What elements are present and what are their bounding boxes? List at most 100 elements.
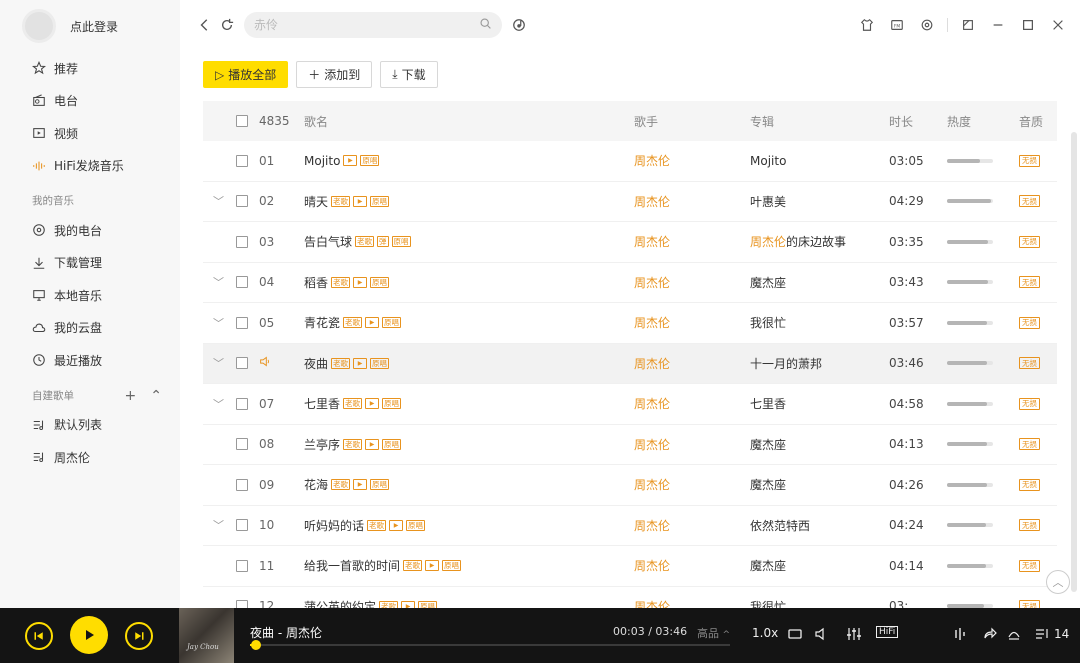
search-input[interactable]: [254, 18, 479, 32]
collapse-icon[interactable]: ⌃: [150, 383, 162, 409]
sidebar-my-music-item-2[interactable]: 本地音乐: [0, 279, 180, 312]
scrollbar[interactable]: [1071, 132, 1077, 592]
minimize-icon[interactable]: [988, 14, 1008, 36]
sidebar-my-music-item-3[interactable]: 我的云盘: [0, 312, 180, 345]
close-icon[interactable]: [1048, 14, 1068, 36]
lyrics-icon[interactable]: [1006, 626, 1022, 642]
album-name[interactable]: 依然范特西: [750, 517, 810, 534]
song-title[interactable]: 听妈妈的话: [304, 517, 364, 534]
avatar[interactable]: [22, 9, 56, 43]
table-row[interactable]: ﹀ 04 稻香 老歌 ▶ 原唱 周杰伦 魔杰座 03:43 无损: [203, 263, 1057, 303]
sidebar-item-1[interactable]: 电台: [0, 85, 180, 118]
header-quality[interactable]: 音质: [1019, 101, 1059, 141]
table-row[interactable]: 03 告白气球 老歌弹原唱 周杰伦 周杰伦 的床边故事 03:35 无损: [203, 222, 1057, 263]
mv-play-icon[interactable]: ▶: [365, 317, 380, 329]
header-artist[interactable]: 歌手: [634, 101, 744, 141]
mv-play-icon[interactable]: ▶: [365, 398, 380, 410]
song-title[interactable]: 花海: [304, 476, 328, 493]
row-checkbox[interactable]: [236, 397, 248, 410]
album-name[interactable]: Mojito: [750, 154, 786, 168]
select-all-checkbox[interactable]: [236, 115, 248, 127]
table-row[interactable]: ﹀ 10 听妈妈的话 老歌 ▶ 原唱 周杰伦 依然范特西 04:24 无损: [203, 506, 1057, 546]
voice-search-icon[interactable]: [508, 14, 530, 36]
artist-link[interactable]: 周杰伦: [634, 384, 744, 424]
chevron-down-icon[interactable]: ﹀: [213, 193, 224, 209]
volume-icon[interactable]: [814, 626, 830, 642]
chevron-down-icon[interactable]: ﹀: [213, 355, 224, 371]
sidebar-playlist-item-1[interactable]: 周杰伦: [0, 441, 180, 474]
album-name[interactable]: 魔杰座: [750, 476, 786, 493]
sound-effect-icon[interactable]: [952, 626, 968, 642]
quality-select[interactable]: 高品 ^: [697, 625, 730, 641]
play-all-button[interactable]: ▷ 播放全部: [203, 61, 289, 88]
table-row[interactable]: 09 花海 老歌 ▶ 原唱 周杰伦 魔杰座 04:26 无损: [203, 465, 1057, 506]
row-checkbox[interactable]: [236, 154, 248, 167]
hifi-button[interactable]: HiFi: [876, 626, 899, 638]
add-playlist-icon[interactable]: +: [125, 383, 137, 409]
login-link[interactable]: 点此登录: [70, 18, 118, 35]
song-title[interactable]: 青花瓷: [304, 314, 340, 331]
album-name[interactable]: 我很忙: [750, 314, 786, 331]
loop-icon[interactable]: [787, 626, 803, 642]
album-name[interactable]: 十一月的萧邦: [750, 355, 822, 372]
artist-link[interactable]: 周杰伦: [634, 344, 744, 384]
equalizer-icon[interactable]: [846, 626, 862, 642]
table-row[interactable]: ﹀ 夜曲 老歌 ▶ 原唱 周杰伦 十一月的萧邦 03:46 无损: [203, 343, 1057, 384]
album-name[interactable]: 的床边故事: [786, 233, 846, 250]
album-name[interactable]: 魔杰座: [750, 436, 786, 453]
artist-link[interactable]: 周杰伦: [634, 506, 744, 546]
mv-play-icon[interactable]: ▶: [353, 357, 368, 369]
mv-play-icon[interactable]: ▶: [343, 155, 358, 167]
artist-link[interactable]: 周杰伦: [634, 182, 744, 222]
playlist-queue-button[interactable]: 14: [1034, 626, 1069, 642]
song-title[interactable]: 七里香: [304, 395, 340, 412]
search-box[interactable]: [244, 12, 502, 38]
sidebar-item-2[interactable]: 视频: [0, 117, 180, 150]
back-icon[interactable]: [194, 14, 216, 36]
table-row[interactable]: 11 给我一首歌的时间 老歌 ▶ 原唱 周杰伦 魔杰座 04:14 无损: [203, 546, 1057, 587]
mv-play-icon[interactable]: ▶: [353, 276, 368, 288]
next-button[interactable]: [125, 622, 153, 650]
table-row[interactable]: ﹀ 02 晴天 老歌 ▶ 原唱 周杰伦 叶惠美 04:29 无损: [203, 182, 1057, 222]
chevron-down-icon[interactable]: ﹀: [213, 517, 224, 533]
add-to-button[interactable]: ＋添加到: [296, 61, 373, 88]
fm-icon[interactable]: FM: [887, 14, 907, 36]
chevron-down-icon[interactable]: ﹀: [213, 396, 224, 412]
artist-link[interactable]: 周杰伦: [634, 263, 744, 303]
header-title[interactable]: 歌名: [304, 101, 624, 141]
header-heat[interactable]: 热度: [947, 101, 1007, 141]
mv-play-icon[interactable]: ▶: [353, 195, 368, 207]
row-checkbox[interactable]: [236, 235, 248, 248]
skin-icon[interactable]: [857, 14, 877, 36]
artist-link[interactable]: 周杰伦: [634, 303, 744, 343]
song-title[interactable]: 兰亭序: [304, 436, 340, 453]
album-name[interactable]: 魔杰座: [750, 557, 786, 574]
maximize-icon[interactable]: [1018, 14, 1038, 36]
row-checkbox[interactable]: [236, 438, 248, 451]
header-duration[interactable]: 时长: [889, 101, 939, 141]
album-name[interactable]: 七里香: [750, 395, 786, 412]
sidebar-item-3[interactable]: HiFi发烧音乐: [0, 150, 180, 183]
mv-play-icon[interactable]: ▶: [425, 560, 440, 572]
album-cover[interactable]: Jay Chou: [179, 608, 234, 663]
mv-play-icon[interactable]: ▶: [365, 438, 380, 450]
sidebar-my-music-item-4[interactable]: 最近播放: [0, 344, 180, 377]
progress-knob[interactable]: [251, 640, 262, 650]
progress-bar[interactable]: [250, 640, 730, 650]
song-title[interactable]: 告白气球: [304, 233, 352, 250]
table-row[interactable]: 08 兰亭序 老歌 ▶ 原唱 周杰伦 魔杰座 04:13 无损: [203, 425, 1057, 465]
sidebar-playlist-item-0[interactable]: 默认列表: [0, 409, 180, 442]
artist-link[interactable]: 周杰伦: [634, 222, 744, 262]
table-row[interactable]: ﹀ 05 青花瓷 老歌 ▶ 原唱 周杰伦 我很忙 03:57 无损: [203, 303, 1057, 344]
sidebar-my-music-item-0[interactable]: 我的电台: [0, 214, 180, 247]
artist-link[interactable]: 周杰伦: [634, 141, 744, 181]
mv-play-icon[interactable]: ▶: [389, 519, 404, 531]
profile[interactable]: 点此登录: [0, 0, 180, 52]
mv-play-icon[interactable]: ▶: [353, 479, 368, 491]
album-name[interactable]: 魔杰座: [750, 274, 786, 291]
table-row[interactable]: ﹀ 07 七里香 老歌 ▶ 原唱 周杰伦 七里香 04:58 无损: [203, 384, 1057, 425]
row-checkbox[interactable]: [236, 357, 248, 370]
song-title[interactable]: Mojito: [304, 154, 340, 168]
row-checkbox[interactable]: [236, 316, 248, 329]
song-title[interactable]: 晴天: [304, 193, 328, 210]
